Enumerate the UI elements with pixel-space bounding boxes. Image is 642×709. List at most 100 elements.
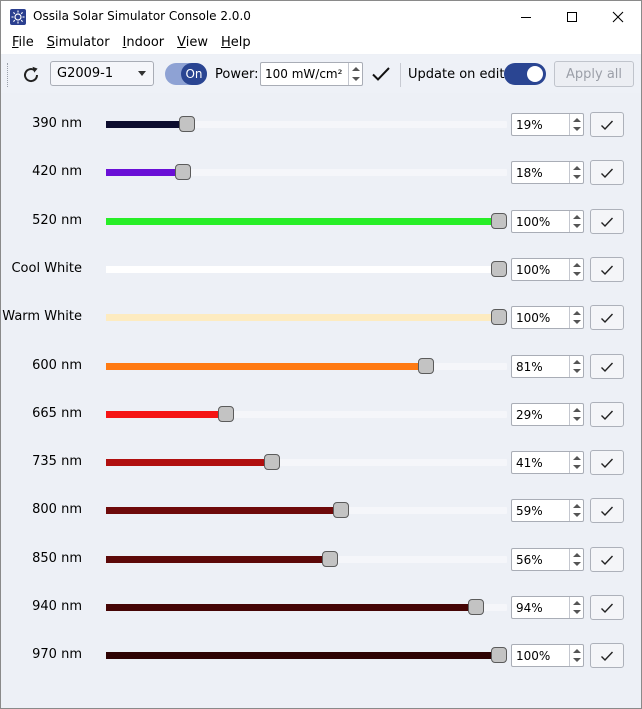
channel-slider-handle[interactable] [264,454,280,470]
spin-down-icon[interactable] [573,513,581,517]
channel-slider-handle[interactable] [468,599,484,615]
maximize-button[interactable] [549,1,595,32]
channel-spin-buttons[interactable] [569,114,583,135]
channel-spin-buttons[interactable] [569,259,583,280]
apply-channel-button[interactable] [590,450,624,475]
spin-up-icon[interactable] [573,215,581,219]
channel-percent-spinbox[interactable]: 100% [511,258,584,281]
channel-slider-handle[interactable] [333,502,349,518]
spin-up-icon[interactable] [573,408,581,412]
channel-slider[interactable] [106,358,507,374]
apply-power-button[interactable] [371,65,391,83]
spin-down-icon[interactable] [573,465,581,469]
refresh-button[interactable] [20,64,42,86]
minimize-button[interactable] [503,1,549,32]
channel-slider[interactable] [106,551,507,567]
menu-view[interactable]: View [170,33,214,53]
channel-spin-buttons[interactable] [569,597,583,618]
device-select[interactable]: G2009-1 [50,61,154,86]
spin-down-icon[interactable] [573,320,581,324]
apply-channel-button[interactable] [590,257,624,282]
channel-percent-spinbox[interactable]: 100% [511,644,584,667]
spin-up-icon[interactable] [573,504,581,508]
output-on-toggle[interactable]: On [165,63,207,85]
channel-slider-handle[interactable] [179,116,195,132]
spin-up-icon[interactable] [573,166,581,170]
apply-channel-button[interactable] [590,209,624,234]
spin-down-icon[interactable] [573,272,581,276]
spin-down-icon[interactable] [573,175,581,179]
apply-all-button[interactable]: Apply all [554,61,634,87]
title-bar[interactable]: Ossila Solar Simulator Console 2.0.0 [1,1,641,32]
channel-slider[interactable] [106,647,507,663]
channel-percent-spinbox[interactable]: 19% [511,113,584,136]
spin-down-icon[interactable] [573,369,581,373]
channel-spin-buttons[interactable] [569,307,583,328]
channel-slider-handle[interactable] [491,261,507,277]
spin-up-icon[interactable] [573,360,581,364]
channel-slider[interactable] [106,116,507,132]
channel-slider[interactable] [106,261,507,277]
spin-up-icon[interactable] [573,118,581,122]
channel-percent-spinbox[interactable]: 56% [511,548,584,571]
spin-down-icon[interactable] [573,610,581,614]
channel-spin-buttons[interactable] [569,645,583,666]
apply-channel-button[interactable] [590,354,624,379]
spin-up-icon[interactable] [573,456,581,460]
spin-up-icon[interactable] [573,553,581,557]
spin-down-icon[interactable] [573,224,581,228]
channel-percent-spinbox[interactable]: 100% [511,306,584,329]
channel-slider-handle[interactable] [418,358,434,374]
channel-percent-spinbox[interactable]: 94% [511,596,584,619]
channel-percent-spinbox[interactable]: 59% [511,499,584,522]
channel-spin-buttons[interactable] [569,211,583,232]
apply-channel-button[interactable] [590,112,624,137]
spin-up-icon[interactable] [573,311,581,315]
channel-spin-buttons[interactable] [569,452,583,473]
spin-up-icon[interactable] [352,67,360,71]
spin-down-icon[interactable] [352,77,360,81]
channel-spin-buttons[interactable] [569,404,583,425]
channel-slider-handle[interactable] [491,309,507,325]
apply-channel-button[interactable] [590,160,624,185]
close-button[interactable] [595,1,641,32]
apply-channel-button[interactable] [590,595,624,620]
channel-slider[interactable] [106,502,507,518]
channel-spin-buttons[interactable] [569,356,583,377]
channel-percent-spinbox[interactable]: 29% [511,403,584,426]
channel-slider-handle[interactable] [322,551,338,567]
spin-up-icon[interactable] [573,601,581,605]
channel-slider-handle[interactable] [491,213,507,229]
apply-channel-button[interactable] [590,498,624,523]
channel-spin-buttons[interactable] [569,500,583,521]
channel-percent-spinbox[interactable]: 18% [511,161,584,184]
apply-channel-button[interactable] [590,402,624,427]
power-spinbox[interactable]: 100 mW/cm² [260,62,363,86]
channel-slider-handle[interactable] [491,647,507,663]
spin-down-icon[interactable] [573,562,581,566]
spin-down-icon[interactable] [573,658,581,662]
spin-up-icon[interactable] [573,263,581,267]
update-on-edit-toggle[interactable] [504,63,546,85]
menu-simulator[interactable]: Simulator [40,33,116,53]
spin-up-icon[interactable] [573,649,581,653]
toolbar-grip-handle[interactable] [7,63,10,87]
channel-percent-spinbox[interactable]: 81% [511,355,584,378]
menu-file[interactable]: File [5,33,40,53]
channel-spin-buttons[interactable] [569,549,583,570]
apply-channel-button[interactable] [590,643,624,668]
spin-down-icon[interactable] [573,127,581,131]
channel-slider[interactable] [106,406,507,422]
channel-slider-handle[interactable] [175,164,191,180]
channel-percent-spinbox[interactable]: 100% [511,210,584,233]
menu-indoor[interactable]: Indoor [116,33,171,53]
power-spin-buttons[interactable] [348,63,362,85]
channel-slider[interactable] [106,213,507,229]
channel-percent-spinbox[interactable]: 41% [511,451,584,474]
channel-slider-handle[interactable] [218,406,234,422]
channel-slider[interactable] [106,599,507,615]
apply-channel-button[interactable] [590,305,624,330]
channel-slider[interactable] [106,454,507,470]
channel-slider[interactable] [106,309,507,325]
apply-channel-button[interactable] [590,547,624,572]
